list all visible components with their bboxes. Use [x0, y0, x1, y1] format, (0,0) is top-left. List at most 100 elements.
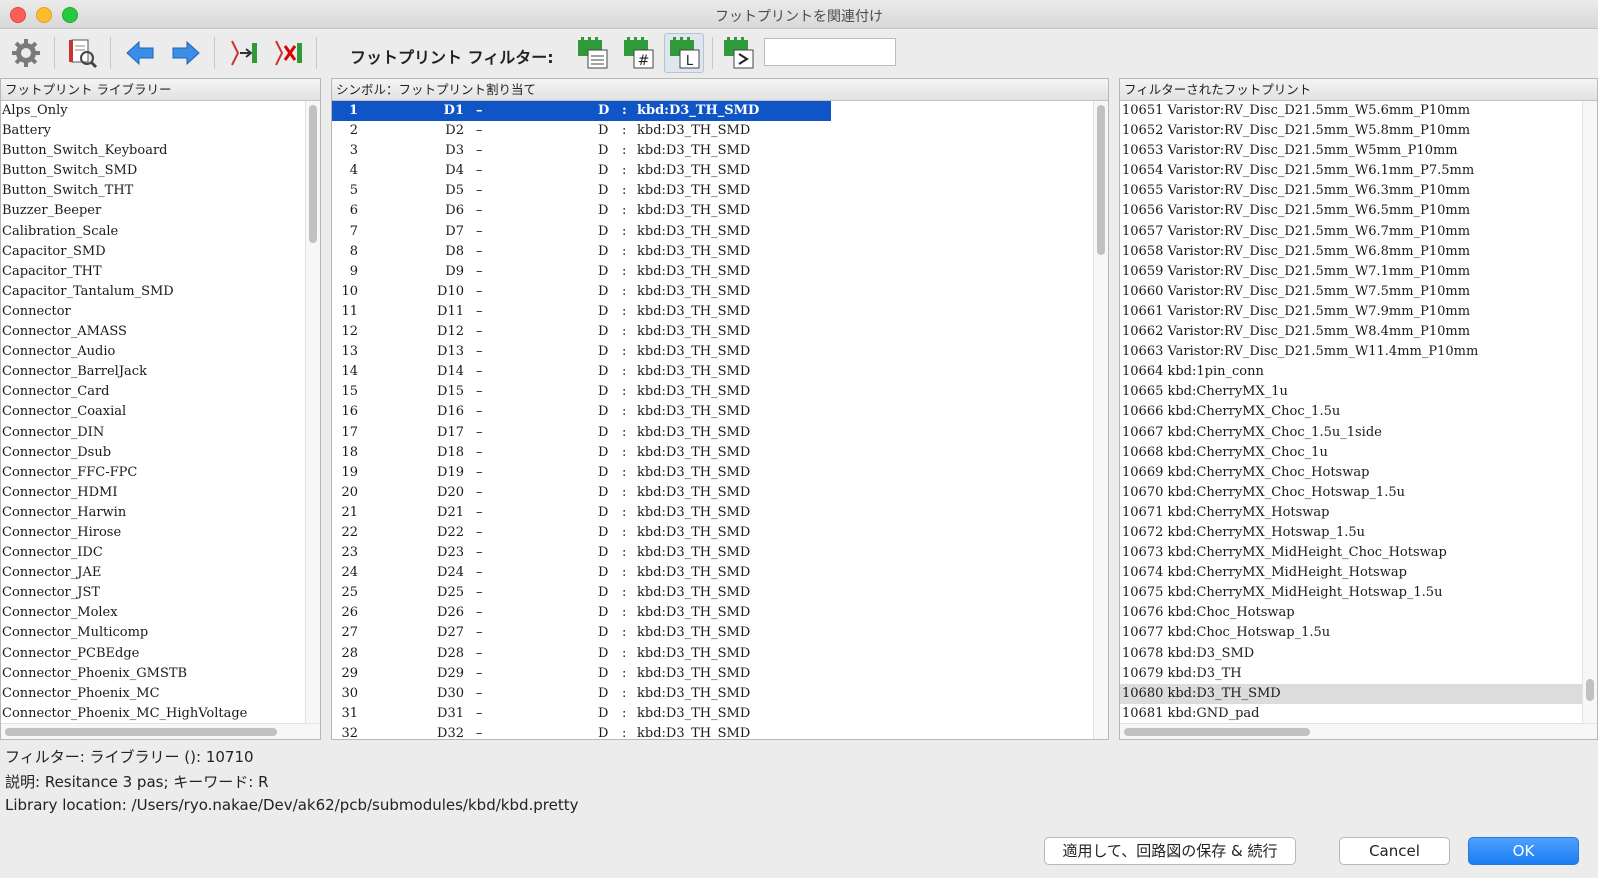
symbol-row[interactable]: 11 D11– D: kbd:D3_TH_SMD	[332, 302, 1108, 322]
symbol-row[interactable]: 27 D27– D: kbd:D3_TH_SMD	[332, 623, 1108, 643]
library-item[interactable]: Buzzer_Beeper	[1, 201, 320, 221]
filtered-footprint-item[interactable]: 10673 kbd:CherryMX_MidHeight_Choc_Hotswa…	[1120, 543, 1583, 563]
filtered-footprint-item[interactable]: 10668 kbd:CherryMX_Choc_1u	[1120, 443, 1583, 463]
library-item[interactable]: Connector_Molex	[1, 603, 320, 623]
filter-by-text-icon[interactable]	[720, 35, 756, 71]
symbol-row[interactable]: 5 D5– D: kbd:D3_TH_SMD	[332, 181, 1108, 201]
library-item[interactable]: Connector_Phoenix_GMSTB	[1, 664, 320, 684]
library-item[interactable]: Connector_JAE	[1, 563, 320, 583]
library-item[interactable]: Connector_Harwin	[1, 503, 320, 523]
library-item[interactable]: Connector_Hirose	[1, 523, 320, 543]
filtered-footprint-item[interactable]: 10674 kbd:CherryMX_MidHeight_Hotswap	[1120, 563, 1583, 583]
library-item[interactable]: Connector_Phoenix_MC	[1, 684, 320, 704]
library-item[interactable]: Calibration_Scale	[1, 222, 320, 242]
filtered-footprint-item[interactable]: 10670 kbd:CherryMX_Choc_Hotswap_1.5u	[1120, 483, 1583, 503]
filtered-horizontal-scrollbar[interactable]	[1120, 723, 1597, 739]
filtered-footprint-item[interactable]: 10653 Varistor:RV_Disc_D21.5mm_W5mm_P10m…	[1120, 141, 1583, 161]
symbol-row[interactable]: 6 D6– D: kbd:D3_TH_SMD	[332, 201, 1108, 221]
symbol-row[interactable]: 29 D29– D: kbd:D3_TH_SMD	[332, 664, 1108, 684]
filtered-footprint-item[interactable]: 10665 kbd:CherryMX_1u	[1120, 382, 1583, 402]
filter-by-library-icon[interactable]: L	[664, 33, 704, 73]
library-item[interactable]: Connector_FFC-FPC	[1, 463, 320, 483]
symbol-row[interactable]: 16 D16– D: kbd:D3_TH_SMD	[332, 402, 1108, 422]
symbol-row[interactable]: 15 D15– D: kbd:D3_TH_SMD	[332, 382, 1108, 402]
symbol-row[interactable]: 8 D8– D: kbd:D3_TH_SMD	[332, 242, 1108, 262]
filtered-footprint-item[interactable]: 10662 Varistor:RV_Disc_D21.5mm_W8.4mm_P1…	[1120, 322, 1583, 342]
library-item[interactable]: Connector	[1, 302, 320, 322]
library-item[interactable]: Button_Switch_SMD	[1, 161, 320, 181]
delete-associations-icon[interactable]	[270, 35, 306, 71]
filter-text-input[interactable]	[764, 38, 896, 66]
filtered-footprint-item[interactable]: 10658 Varistor:RV_Disc_D21.5mm_W6.8mm_P1…	[1120, 242, 1583, 262]
filtered-footprint-item[interactable]: 10676 kbd:Choc_Hotswap	[1120, 603, 1583, 623]
symbol-row[interactable]: 31 D31– D: kbd:D3_TH_SMD	[332, 704, 1108, 724]
library-item[interactable]: Capacitor_Tantalum_SMD	[1, 282, 320, 302]
symbol-row[interactable]: 17 D17– D: kbd:D3_TH_SMD	[332, 423, 1108, 443]
library-item[interactable]: Connector_IDC	[1, 543, 320, 563]
library-item[interactable]: Button_Switch_Keyboard	[1, 141, 320, 161]
filtered-footprint-item[interactable]: 10654 Varistor:RV_Disc_D21.5mm_W6.1mm_P7…	[1120, 161, 1583, 181]
filtered-footprint-item[interactable]: 10664 kbd:1pin_conn	[1120, 362, 1583, 382]
cancel-button[interactable]: Cancel	[1339, 837, 1450, 865]
libraries-vertical-scrollbar[interactable]	[305, 101, 320, 723]
symbol-row[interactable]: 7 D7– D: kbd:D3_TH_SMD	[332, 222, 1108, 242]
symbol-row[interactable]: 32 D32– D: kbd:D3_TH_SMD	[332, 724, 1108, 739]
filtered-footprint-item[interactable]: 10655 Varistor:RV_Disc_D21.5mm_W6.3mm_P1…	[1120, 181, 1583, 201]
symbol-row[interactable]: 2 D2– D: kbd:D3_TH_SMD	[332, 121, 1108, 141]
symbol-row[interactable]: 13 D13– D: kbd:D3_TH_SMD	[332, 342, 1108, 362]
symbol-row[interactable]: 30 D30– D: kbd:D3_TH_SMD	[332, 684, 1108, 704]
filtered-footprint-item[interactable]: 10663 Varistor:RV_Disc_D21.5mm_W11.4mm_P…	[1120, 342, 1583, 362]
symbol-row[interactable]: 10 D10– D: kbd:D3_TH_SMD	[332, 282, 1108, 302]
symbol-row[interactable]: 26 D26– D: kbd:D3_TH_SMD	[332, 603, 1108, 623]
library-item[interactable]: Connector_Dsub	[1, 443, 320, 463]
filtered-footprint-item[interactable]: 10667 kbd:CherryMX_Choc_1.5u_1side	[1120, 423, 1583, 443]
filtered-footprint-item[interactable]: 10680 kbd:D3_TH_SMD	[1120, 683, 1583, 704]
filtered-footprint-item[interactable]: 10651 Varistor:RV_Disc_D21.5mm_W5.6mm_P1…	[1120, 101, 1583, 121]
symbol-row[interactable]: 23 D23– D: kbd:D3_TH_SMD	[332, 543, 1108, 563]
symbol-row[interactable]: 25 D25– D: kbd:D3_TH_SMD	[332, 583, 1108, 603]
filtered-footprint-item[interactable]: 10672 kbd:CherryMX_Hotswap_1.5u	[1120, 523, 1583, 543]
symbol-row[interactable]: 14 D14– D: kbd:D3_TH_SMD	[332, 362, 1108, 382]
symbol-row[interactable]: 4 D4– D: kbd:D3_TH_SMD	[332, 161, 1108, 181]
filtered-footprint-item[interactable]: 10666 kbd:CherryMX_Choc_1.5u	[1120, 402, 1583, 422]
filtered-footprint-item[interactable]: 10681 kbd:GND_pad	[1120, 704, 1583, 724]
library-item[interactable]: Capacitor_THT	[1, 262, 320, 282]
library-item[interactable]: Alps_Only	[1, 101, 320, 121]
filter-by-pin-count-icon[interactable]: #	[620, 35, 656, 71]
library-item[interactable]: Connector_Card	[1, 382, 320, 402]
library-item[interactable]: Connector_Audio	[1, 342, 320, 362]
symbol-row[interactable]: 22 D22– D: kbd:D3_TH_SMD	[332, 523, 1108, 543]
library-item[interactable]: Button_Switch_THT	[1, 181, 320, 201]
libraries-horizontal-scrollbar[interactable]	[1, 723, 320, 739]
symbol-row[interactable]: 20 D20– D: kbd:D3_TH_SMD	[332, 483, 1108, 503]
library-item[interactable]: Connector_Phoenix_MC_HighVoltage	[1, 704, 320, 724]
view-footprint-document-icon[interactable]	[64, 35, 100, 71]
library-item[interactable]: Connector_HDMI	[1, 483, 320, 503]
symbol-row[interactable]: 28 D28– D: kbd:D3_TH_SMD	[332, 644, 1108, 664]
filtered-footprint-item[interactable]: 10677 kbd:Choc_Hotswap_1.5u	[1120, 623, 1583, 643]
library-item[interactable]: Connector_BarrelJack	[1, 362, 320, 382]
apply-save-continue-button[interactable]: 適用して、回路図の保存 & 続行	[1044, 837, 1296, 865]
settings-gear-icon[interactable]	[8, 35, 44, 71]
auto-associate-icon[interactable]	[226, 35, 262, 71]
library-item[interactable]: Battery	[1, 121, 320, 141]
symbol-row[interactable]: 24 D24– D: kbd:D3_TH_SMD	[332, 563, 1108, 583]
next-arrow-icon[interactable]	[168, 35, 204, 71]
library-item[interactable]: Connector_Coaxial	[1, 402, 320, 422]
symbol-row[interactable]: 9 D9– D: kbd:D3_TH_SMD	[332, 262, 1108, 282]
filtered-footprint-item[interactable]: 10660 Varistor:RV_Disc_D21.5mm_W7.5mm_P1…	[1120, 282, 1583, 302]
filtered-footprint-item[interactable]: 10671 kbd:CherryMX_Hotswap	[1120, 503, 1583, 523]
library-item[interactable]: Connector_DIN	[1, 423, 320, 443]
symbol-row[interactable]: 3 D3– D: kbd:D3_TH_SMD	[332, 141, 1108, 161]
filtered-footprint-item[interactable]: 10678 kbd:D3_SMD	[1120, 644, 1583, 664]
library-item[interactable]: Connector_AMASS	[1, 322, 320, 342]
filtered-footprint-item[interactable]: 10656 Varistor:RV_Disc_D21.5mm_W6.5mm_P1…	[1120, 201, 1583, 221]
library-item[interactable]: Connector_Multicomp	[1, 623, 320, 643]
filtered-footprint-item[interactable]: 10679 kbd:D3_TH	[1120, 664, 1583, 684]
filtered-footprint-item[interactable]: 10661 Varistor:RV_Disc_D21.5mm_W7.9mm_P1…	[1120, 302, 1583, 322]
ok-button[interactable]: OK	[1468, 837, 1579, 865]
library-item[interactable]: Connector_PCBEdge	[1, 644, 320, 664]
symbols-vertical-scrollbar[interactable]	[1093, 101, 1108, 739]
filtered-vertical-scrollbar[interactable]	[1582, 101, 1597, 723]
symbol-row[interactable]: 18 D18– D: kbd:D3_TH_SMD	[332, 443, 1108, 463]
